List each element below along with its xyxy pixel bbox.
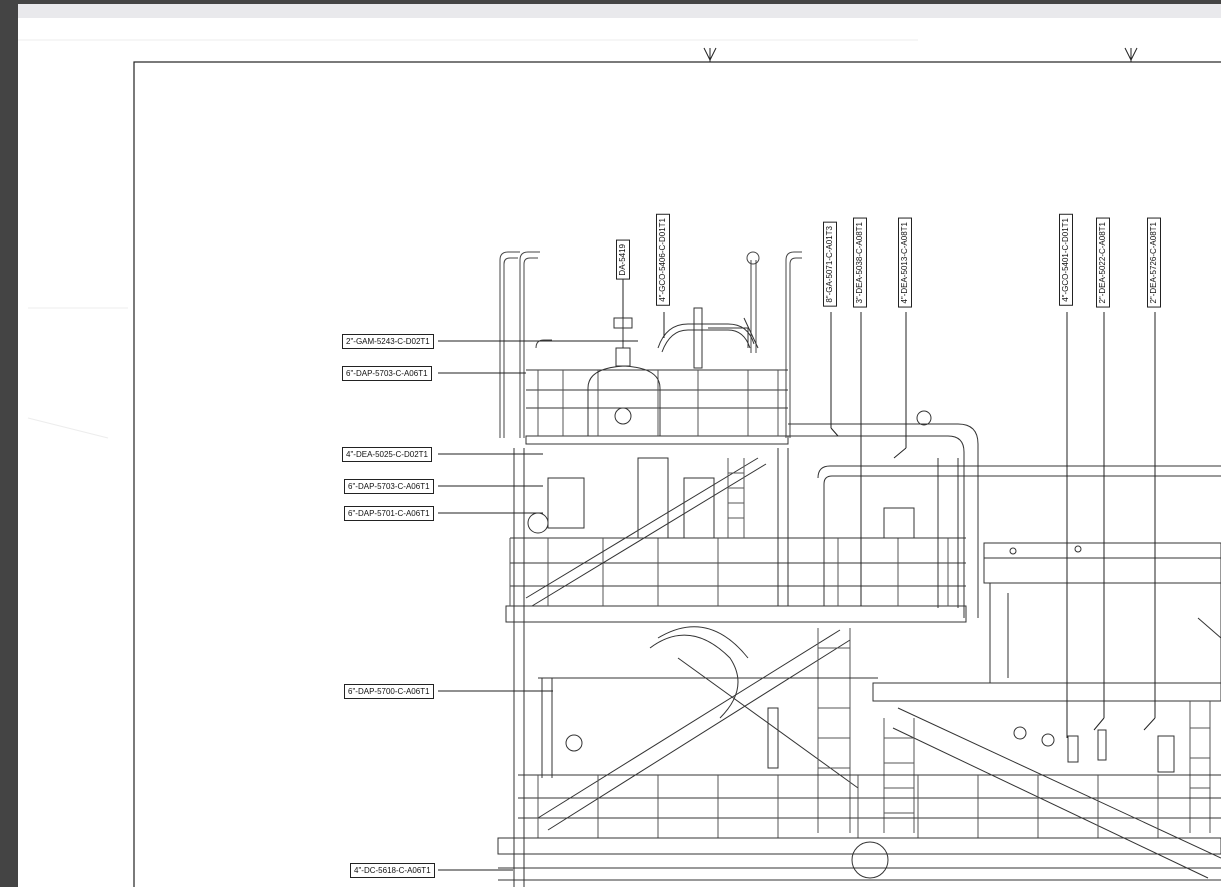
line-tag-dea-5013: 4"-DEA-5013-C-A08T1 [898,218,912,308]
line-tag-dea-5025: 4"-DEA-5025-C-D02T1 [342,447,432,462]
line-tag-gco-5401: 4"-GCO-5401-C-D01T1 [1059,214,1073,306]
line-tag-dap-5703-lower: 6"-DAP-5703-C-A06T1 [344,479,434,494]
line-tag-dea-5022: 2"-DEA-5022-C-A08T1 [1096,218,1110,308]
line-tag-dc-5618: 4"-DC-5618-C-A06T1 [350,863,435,878]
vertical-label-leaders [622,276,1156,738]
drawing-border [133,61,1221,887]
drawing-sheet[interactable]: 2"-GAM-5243-C-D02T1 6"-DAP-5703-C-A06T1 … [18,18,1221,887]
line-tag-ga-5071: 8"-GA-5071-C-A01T3 [823,222,837,307]
scan-artifacts [18,39,918,439]
top-marker-arrows [703,47,1138,62]
mid-deck [505,448,967,887]
line-tag-dea-5726: 2"-DEA-5726-C-A08T1 [1147,218,1161,308]
line-tag-gco-5406: 4"-GCO-5406-C-D01T1 [656,214,670,306]
line-tag-dap-5701: 6"-DAP-5701-C-A06T1 [344,506,434,521]
viewer-top-strip [18,4,1221,18]
line-tag-gam-5243: 2"-GAM-5243-C-D02T1 [342,334,434,349]
line-tag-dea-5038: 3"-DEA-5038-C-A08T1 [853,218,867,308]
lower-structure [497,626,1221,881]
piping-elevation-drawing [18,39,1221,887]
line-tag-dap-5703-upper: 6"-DAP-5703-C-A06T1 [342,366,432,381]
line-tag-da-5419: DA-5419 [616,240,630,280]
line-tag-dap-5700: 6"-DAP-5700-C-A06T1 [344,684,434,699]
header-pipes [788,410,1221,618]
